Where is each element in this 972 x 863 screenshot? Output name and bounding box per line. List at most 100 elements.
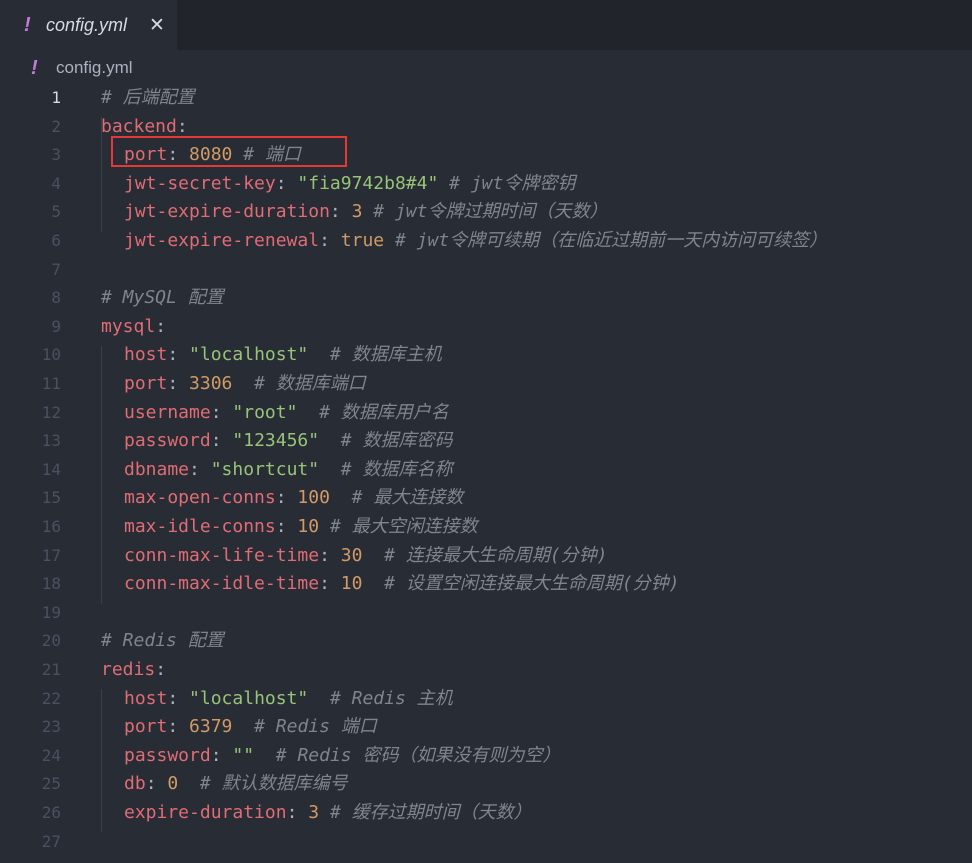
code-text: password: "123456" # 数据库密码 bbox=[124, 427, 452, 456]
line-number: 15 bbox=[41, 488, 61, 508]
yaml-key: dbname bbox=[124, 458, 190, 480]
code-line[interactable]: 3 port: 8080 # 端口 bbox=[0, 141, 972, 170]
code-editor[interactable]: 1 # 后端配置 2 backend: 3 port: 8080 # 端口 4 jwt-sec… bbox=[0, 86, 972, 863]
yaml-punctuation bbox=[308, 688, 330, 709]
code-line[interactable]: 22 host: "localhost" # Redis 主机 bbox=[0, 685, 972, 714]
yaml-comment: # Redis 配置 bbox=[101, 630, 224, 652]
yaml-punctuation: : bbox=[167, 687, 190, 709]
yaml-punctuation: : bbox=[286, 802, 309, 823]
code-text: conn-max-idle-time: 10 # 设置空闲连接最大生命周期(分钟… bbox=[124, 570, 680, 599]
yaml-key: password bbox=[124, 744, 211, 766]
line-number: 24 bbox=[41, 745, 61, 765]
line-number: 9 bbox=[51, 316, 61, 336]
code-line[interactable]: 19 bbox=[0, 599, 972, 628]
yaml-punctuation bbox=[362, 573, 384, 594]
code-line[interactable]: 4 jwt-secret-key: "fia9742b8#4" # jwt令牌密钥 bbox=[0, 170, 972, 199]
line-number: 21 bbox=[41, 660, 61, 679]
yaml-scalar: 10 bbox=[297, 516, 320, 537]
tab-config-yml[interactable]: ! config.yml ✕ bbox=[0, 0, 177, 50]
yaml-key: backend bbox=[101, 115, 177, 137]
yaml-key: conn-max-idle-time bbox=[124, 573, 320, 595]
code-line[interactable]: 20 # Redis 配置 bbox=[0, 627, 972, 656]
yaml-punctuation: : bbox=[319, 230, 341, 251]
yaml-key: host bbox=[124, 687, 168, 709]
yaml-comment: # 后端配置 bbox=[101, 87, 195, 108]
code-text: dbname: "shortcut" # 数据库名称 bbox=[124, 456, 452, 485]
code-line[interactable]: 24 password: "" # Redis 密码（如果没有则为空） bbox=[0, 742, 972, 771]
code-line[interactable]: 7 bbox=[0, 256, 972, 285]
code-line[interactable]: 12 username: "root" # 数据库用户名 bbox=[0, 399, 972, 428]
yaml-key: max-open-conns bbox=[124, 487, 276, 509]
code-line[interactable]: 28 bbox=[0, 856, 972, 863]
yaml-punctuation bbox=[319, 430, 341, 451]
code-line[interactable]: 10 host: "localhost" # 数据库主机 bbox=[0, 341, 972, 370]
line-number: 22 bbox=[41, 688, 61, 708]
yaml-key: port bbox=[124, 144, 168, 166]
yaml-scalar: 3 bbox=[351, 201, 363, 223]
code-line[interactable]: 21 redis: bbox=[0, 656, 972, 685]
code-text: conn-max-life-time: 30 # 连接最大生命周期(分钟) bbox=[124, 542, 608, 571]
code-line[interactable]: 8 # MySQL 配置 bbox=[0, 284, 972, 313]
close-icon[interactable]: ✕ bbox=[146, 12, 168, 38]
yaml-string: "" bbox=[232, 744, 255, 766]
code-line[interactable]: 18 conn-max-idle-time: 10 # 设置空闲连接最大生命周期(… bbox=[0, 570, 972, 599]
code-text: jwt-secret-key: "fia9742b8#4" # jwt令牌密钥 bbox=[124, 170, 575, 199]
yaml-key: host bbox=[124, 344, 168, 366]
code-line[interactable]: 25 db: 0 # 默认数据库编号 bbox=[0, 770, 972, 799]
line-number: 16 bbox=[41, 517, 61, 536]
code-text: backend: bbox=[101, 113, 188, 142]
yaml-comment: # Redis 密码（如果没有则为空） bbox=[275, 744, 561, 766]
yaml-punctuation: : bbox=[210, 744, 233, 766]
line-number: 6 bbox=[51, 231, 61, 250]
yaml-comment: # 连接最大生命周期(分钟) bbox=[384, 544, 608, 566]
code-line[interactable]: 23 port: 6379 # Redis 端口 bbox=[0, 713, 972, 742]
code-text: # 后端配置 bbox=[101, 86, 195, 113]
yaml-punctuation bbox=[330, 487, 352, 508]
code-text: expire-duration: 3 # 缓存过期时间（天数） bbox=[124, 799, 532, 828]
line-number: 18 bbox=[41, 574, 61, 594]
code-line[interactable]: 17 conn-max-life-time: 30 # 连接最大生命周期(分钟) bbox=[0, 542, 972, 571]
yaml-comment: # MySQL 配置 bbox=[101, 287, 224, 309]
code-line[interactable]: 14 dbname: "shortcut" # 数据库名称 bbox=[0, 456, 972, 485]
code-line[interactable]: 2 backend: bbox=[0, 113, 972, 142]
tab-label: config.yml bbox=[46, 14, 128, 35]
code-line[interactable]: 16 max-idle-conns: 10 # 最大空闲连接数 bbox=[0, 513, 972, 542]
code-line[interactable]: 27 bbox=[0, 828, 972, 857]
code-line[interactable]: 6 jwt-expire-renewal: true # jwt令牌可续期（在临近… bbox=[0, 227, 972, 256]
yaml-punctuation bbox=[319, 459, 341, 480]
yaml-punctuation bbox=[297, 402, 319, 423]
yaml-comment: # 设置空闲连接最大生命周期(分钟) bbox=[384, 573, 680, 595]
yaml-string: "localhost" bbox=[189, 687, 309, 709]
yaml-key: redis bbox=[101, 659, 156, 680]
yaml-scalar: 30 bbox=[340, 544, 363, 566]
yaml-punctuation: : bbox=[319, 544, 341, 566]
yaml-scalar: 8080 bbox=[189, 144, 233, 166]
code-text: password: "" # Redis 密码（如果没有则为空） bbox=[124, 742, 560, 771]
yaml-punctuation: : bbox=[155, 659, 167, 680]
yaml-punctuation: : bbox=[155, 315, 167, 337]
yaml-punctuation bbox=[232, 373, 254, 394]
line-number: 28 bbox=[0, 856, 61, 863]
yaml-comment: # jwt令牌可续期（在临近过期前一天内访问可续签） bbox=[394, 230, 828, 251]
yaml-punctuation: : bbox=[167, 716, 190, 738]
line-number: 14 bbox=[41, 459, 61, 479]
yaml-comment: # 缓存过期时间（天数） bbox=[329, 802, 532, 823]
code-line[interactable]: 15 max-open-conns: 100 # 最大连接数 bbox=[0, 484, 972, 513]
yaml-punctuation bbox=[232, 144, 243, 165]
yaml-key: username bbox=[124, 401, 211, 423]
breadcrumb-item-config-yml[interactable]: config.yml bbox=[56, 58, 133, 78]
yaml-punctuation bbox=[438, 173, 449, 194]
code-line[interactable]: 11 port: 3306 # 数据库端口 bbox=[0, 370, 972, 399]
code-line[interactable]: 1 # 后端配置 bbox=[0, 86, 972, 113]
yaml-string: "root" bbox=[232, 401, 298, 423]
yaml-key: db bbox=[124, 773, 146, 795]
yaml-comment: # jwt令牌过期时间（天数） bbox=[373, 201, 608, 223]
code-line[interactable]: 26 expire-duration: 3 # 缓存过期时间（天数） bbox=[0, 799, 972, 828]
yaml-string: "123456" bbox=[232, 430, 320, 452]
code-text: host: "localhost" # Redis 主机 bbox=[124, 685, 453, 714]
code-line[interactable]: 5 jwt-expire-duration: 3 # jwt令牌过期时间（天数） bbox=[0, 198, 972, 227]
code-line[interactable]: 9 mysql: bbox=[0, 313, 972, 342]
code-line[interactable]: 13 password: "123456" # 数据库密码 bbox=[0, 427, 972, 456]
code-text: max-open-conns: 100 # 最大连接数 bbox=[124, 484, 463, 513]
line-number: 7 bbox=[51, 259, 61, 279]
